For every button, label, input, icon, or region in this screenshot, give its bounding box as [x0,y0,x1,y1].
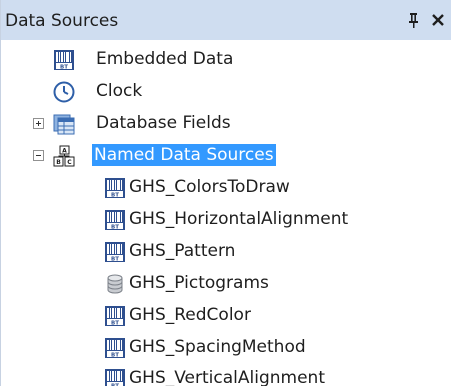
tree-item-ghs-vertical-alignment[interactable]: BT GHS_VerticalAlignment [1,362,451,386]
expand-button[interactable] [33,118,44,129]
named-sources-icon: A B C [53,145,75,167]
collapse-button[interactable] [33,150,44,161]
tree-item-label: GHS_ColorsToDraw [129,177,290,197]
pin-button[interactable] [404,8,424,32]
tree-item-ghs-colors-to-draw[interactable]: BT GHS_ColorsToDraw [1,171,451,203]
svg-text:BT: BT [111,352,119,358]
tree-item-label: Embedded Data [96,49,234,69]
svg-text:BT: BT [111,320,119,326]
tree-item-label: GHS_Pictograms [129,273,269,293]
svg-text:B: B [56,159,61,166]
tree-item-label: Clock [96,81,143,101]
bt-data-icon: BT [104,368,126,386]
bt-data-icon: BT [104,209,126,231]
tree-item-database-fields[interactable]: Database Fields [1,107,451,139]
bt-data-icon: BT [104,337,126,359]
tree-item-label: GHS_HorizontalAlignment [129,209,349,229]
bt-data-icon: BT [104,177,126,199]
data-sources-tree: BT Embedded Data Clock Database Fields A… [1,40,451,386]
svg-text:A: A [62,148,67,155]
database-cylinder-icon [104,273,126,295]
tree-item-label: Named Data Sources [92,144,276,166]
tree-item-label: GHS_RedColor [129,305,251,325]
tree-item-label: GHS_SpacingMethod [129,337,306,357]
tree-item-label: GHS_Pattern [129,241,236,261]
tree-item-ghs-pictograms[interactable]: GHS_Pictograms [1,267,451,299]
bt-data-icon: BT [104,305,126,327]
panel-titlebar: Data Sources [1,0,451,40]
tree-item-label: Database Fields [96,113,231,133]
tree-item-named-data-sources[interactable]: A B C Named Data Sources [1,139,451,171]
tree-item-ghs-red-color[interactable]: BT GHS_RedColor [1,299,451,331]
svg-text:BT: BT [111,192,119,198]
tree-item-ghs-horizontal-alignment[interactable]: BT GHS_HorizontalAlignment [1,203,451,235]
tree-item-ghs-spacing-method[interactable]: BT GHS_SpacingMethod [1,331,451,363]
close-button[interactable] [428,8,448,32]
panel-title: Data Sources [5,11,119,31]
svg-text:BT: BT [111,256,119,262]
data-sources-panel: Data Sources BT Embedded Data Clock Data… [0,0,451,386]
database-table-icon [53,113,75,135]
tree-item-ghs-pattern[interactable]: BT GHS_Pattern [1,235,451,267]
svg-text:C: C [67,159,72,166]
svg-text:BT: BT [111,224,119,230]
bt-data-icon: BT [53,49,75,71]
close-icon [432,14,444,26]
clock-icon [53,81,75,103]
svg-text:BT: BT [60,64,68,70]
pin-icon [409,13,418,28]
tree-item-label: GHS_VerticalAlignment [129,368,325,386]
tree-item-clock[interactable]: Clock [1,75,451,107]
bt-data-icon: BT [104,241,126,263]
tree-item-embedded-data[interactable]: BT Embedded Data [1,43,451,75]
